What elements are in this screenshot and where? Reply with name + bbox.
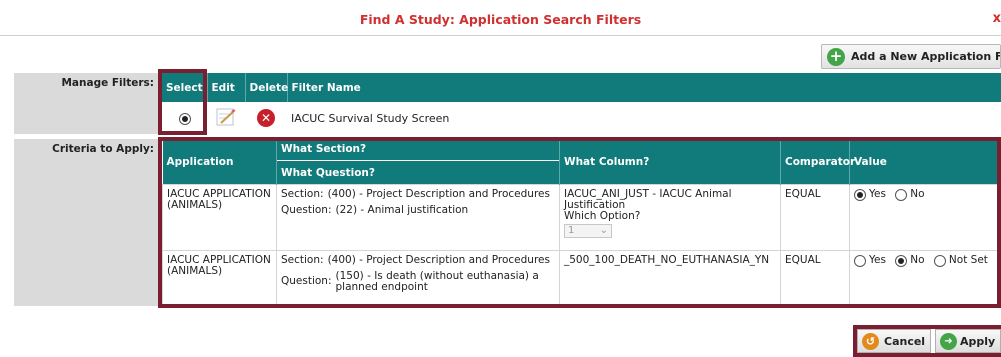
add-filter-label: Add a New Application Filter [851, 50, 1000, 63]
edit-header: Edit [207, 73, 246, 103]
delete-icon[interactable]: ✕ [257, 109, 275, 128]
filter-name[interactable]: IACUC Survival Study Screen [287, 102, 1001, 134]
plus-icon: + [827, 47, 845, 66]
apply-button[interactable]: ➜ Apply [935, 329, 1001, 353]
criteria-label: Criteria to Apply: [14, 139, 158, 306]
apply-icon: ➜ [940, 332, 957, 350]
table-row: ✕ IACUC Survival Study Screen [162, 102, 1001, 134]
select-column-highlight [158, 69, 207, 135]
cancel-button[interactable]: ↺ Cancel [857, 329, 931, 353]
apply-label: Apply [960, 334, 996, 348]
criteria-highlight [158, 137, 1001, 308]
close-icon[interactable]: x [993, 11, 1001, 26]
cancel-label: Cancel [884, 334, 926, 348]
delete-header: Delete [245, 73, 288, 103]
dialog-title: Find A Study: Application Search Filters [359, 12, 642, 27]
filters-table: Select Edit Delete Filter Name ✕ IACUC S… [162, 73, 1001, 134]
cancel-icon: ↺ [862, 332, 879, 350]
add-application-filter-button[interactable]: + Add a New Application Filter [821, 44, 1001, 69]
filter-name-header: Filter Name [287, 73, 1001, 103]
dialog-titlebar: Find A Study: Application Search Filters… [0, 0, 1001, 36]
edit-icon[interactable] [215, 107, 237, 127]
manage-filters-label: Manage Filters: [14, 73, 158, 134]
